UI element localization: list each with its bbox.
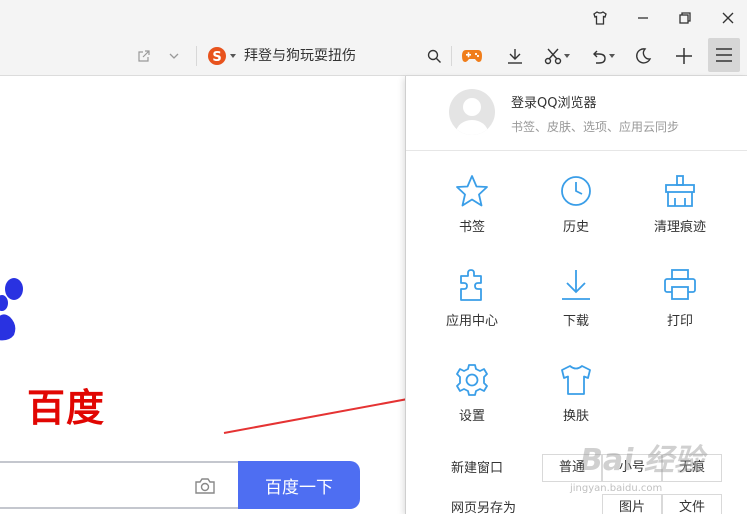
user-avatar-icon [456, 98, 488, 135]
menu-item-history[interactable]: 历史 [535, 174, 615, 254]
menu-item-label: 下载 [562, 314, 589, 329]
menu-item-label: 历史 [562, 220, 589, 235]
menu-item-app-center[interactable]: 应用中心 [431, 268, 511, 348]
star-icon [456, 175, 488, 207]
menu-item-label: 换肤 [562, 409, 589, 424]
save-as-image-button[interactable]: 图片 [602, 494, 662, 514]
clock-icon [561, 176, 591, 206]
menu-item-label: 设置 [458, 409, 485, 424]
new-window-incognito-button[interactable]: 无痕 [662, 454, 722, 482]
menu-item-label: 应用中心 [445, 314, 498, 329]
menu-item-label: 清理痕迹 [653, 220, 706, 235]
login-row[interactable]: 登录QQ浏览器 书签、皮肤、选项、应用云同步 [406, 76, 747, 151]
puzzle-icon [460, 269, 482, 301]
new-window-label: 新建窗口 [451, 461, 504, 476]
menu-item-clear-traces[interactable]: 清理痕迹 [639, 174, 719, 254]
menu-item-bookmarks[interactable]: 书签 [431, 174, 511, 254]
new-window-normal-button[interactable]: 普通 [542, 454, 602, 482]
save-page-row: 网页另存为 图片 文件 [406, 494, 747, 514]
save-page-label: 网页另存为 [451, 501, 517, 514]
shirt-icon [561, 365, 591, 395]
menu-item-print[interactable]: 打印 [639, 268, 719, 348]
download-icon [562, 270, 590, 300]
main-menu-panel: 登录QQ浏览器 书签、皮肤、选项、应用云同步 书签 历史 清理痕迹 应用中心 下… [405, 76, 747, 514]
new-window-row: 新建窗口 普通 小号 无痕 [406, 454, 747, 484]
menu-item-downloads[interactable]: 下载 [535, 268, 615, 348]
menu-item-label: 书签 [458, 220, 485, 235]
login-title: 登录QQ浏览器 [511, 96, 597, 111]
save-as-file-button[interactable]: 文件 [662, 494, 722, 514]
menu-item-change-skin[interactable]: 换肤 [535, 363, 615, 443]
menu-item-label: 打印 [666, 314, 693, 329]
avatar [449, 89, 495, 135]
login-subtitle: 书签、皮肤、选项、应用云同步 [511, 120, 680, 134]
printer-icon [664, 269, 696, 300]
broom-icon [665, 175, 695, 207]
new-window-alt-account-button[interactable]: 小号 [602, 454, 662, 482]
menu-item-settings[interactable]: 设置 [431, 363, 511, 443]
browser-window: S 拜登与狗玩耍扭伤 百度 百度一下 登录QQ浏览器 书签、皮肤、选项、应用云同… [0, 0, 747, 514]
gear-icon [456, 364, 488, 396]
